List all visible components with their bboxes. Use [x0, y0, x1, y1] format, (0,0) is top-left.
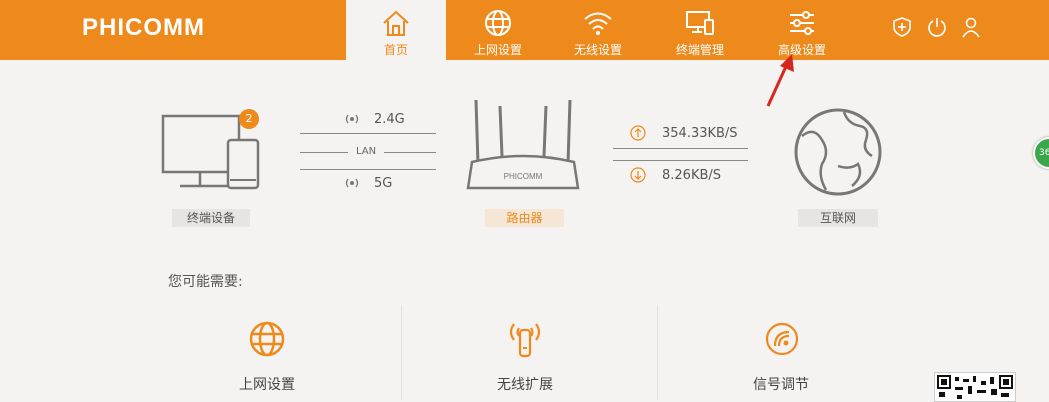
- home-icon: [383, 10, 409, 36]
- shield-icon[interactable]: [891, 16, 913, 38]
- band-24g-label: 2.4G: [374, 112, 405, 127]
- nav-wireless-settings[interactable]: 无线设置: [548, 0, 648, 60]
- download-arrow-icon: [630, 167, 646, 183]
- upload-arrow-icon: [630, 125, 646, 141]
- nav-device-management[interactable]: 终端管理: [650, 0, 750, 60]
- upload-speed: 354.33KB/S: [662, 126, 738, 141]
- sliders-icon: [790, 11, 814, 35]
- annotation-arrow: [766, 54, 794, 107]
- router-button[interactable]: 路由器: [485, 209, 564, 227]
- wifi-signal-icon: [345, 114, 359, 124]
- speed-line-2: [613, 160, 748, 161]
- router-icon: PHICOMM: [466, 99, 580, 190]
- lan-label: LAN: [356, 146, 377, 157]
- signal-adjust-icon: [765, 322, 799, 356]
- globe-icon: [249, 321, 285, 357]
- divider: [657, 305, 658, 400]
- nav-wireless-settings-label: 无线设置: [573, 43, 622, 57]
- internet-globe-icon: [794, 108, 882, 196]
- nav-home-label: 首页: [383, 43, 408, 57]
- terminal-devices-button[interactable]: 终端设备: [172, 209, 250, 227]
- top-nav-bar: PHICOMM 首页 上网设置 无线设置 终端管理 高级设置: [0, 0, 1049, 60]
- router-brand-text: PHICOMM: [504, 172, 543, 181]
- speed-line-1: [613, 148, 748, 149]
- divider: [401, 305, 402, 400]
- quick-links-title: 您可能需要:: [168, 274, 243, 290]
- nav-internet-settings-label: 上网设置: [473, 43, 522, 57]
- quick-internet-settings-label: 上网设置: [239, 377, 295, 393]
- quick-signal-adjust-label: 信号调节: [753, 377, 809, 393]
- link-line-1: [300, 133, 436, 134]
- devices-icon: [686, 11, 714, 35]
- wifi-signal-icon: [345, 178, 359, 188]
- lan-line-right: [384, 152, 436, 153]
- qr-code: [934, 372, 1016, 402]
- wifi-icon: [584, 12, 612, 35]
- band-5g-label: 5G: [374, 176, 393, 191]
- nav-internet-settings[interactable]: 上网设置: [448, 0, 548, 60]
- globe-icon: [485, 10, 511, 36]
- lan-line-left: [300, 152, 348, 153]
- link-line-2: [300, 169, 436, 170]
- nav-home[interactable]: 首页: [346, 0, 446, 60]
- nav-advanced-settings[interactable]: 高级设置: [752, 0, 852, 60]
- internet-button[interactable]: 互联网: [798, 209, 878, 227]
- phicomm-logo: PHICOMM: [82, 14, 205, 41]
- quick-wireless-extend-label: 无线扩展: [497, 377, 553, 393]
- nav-device-management-label: 终端管理: [675, 43, 724, 57]
- wireless-extend-icon: [509, 323, 541, 358]
- power-icon[interactable]: [926, 16, 948, 38]
- terminal-count-badge: 2: [239, 109, 259, 129]
- user-icon[interactable]: [960, 16, 982, 38]
- side-widget-tab[interactable]: 36: [1033, 137, 1049, 169]
- download-speed: 8.26KB/S: [662, 168, 722, 183]
